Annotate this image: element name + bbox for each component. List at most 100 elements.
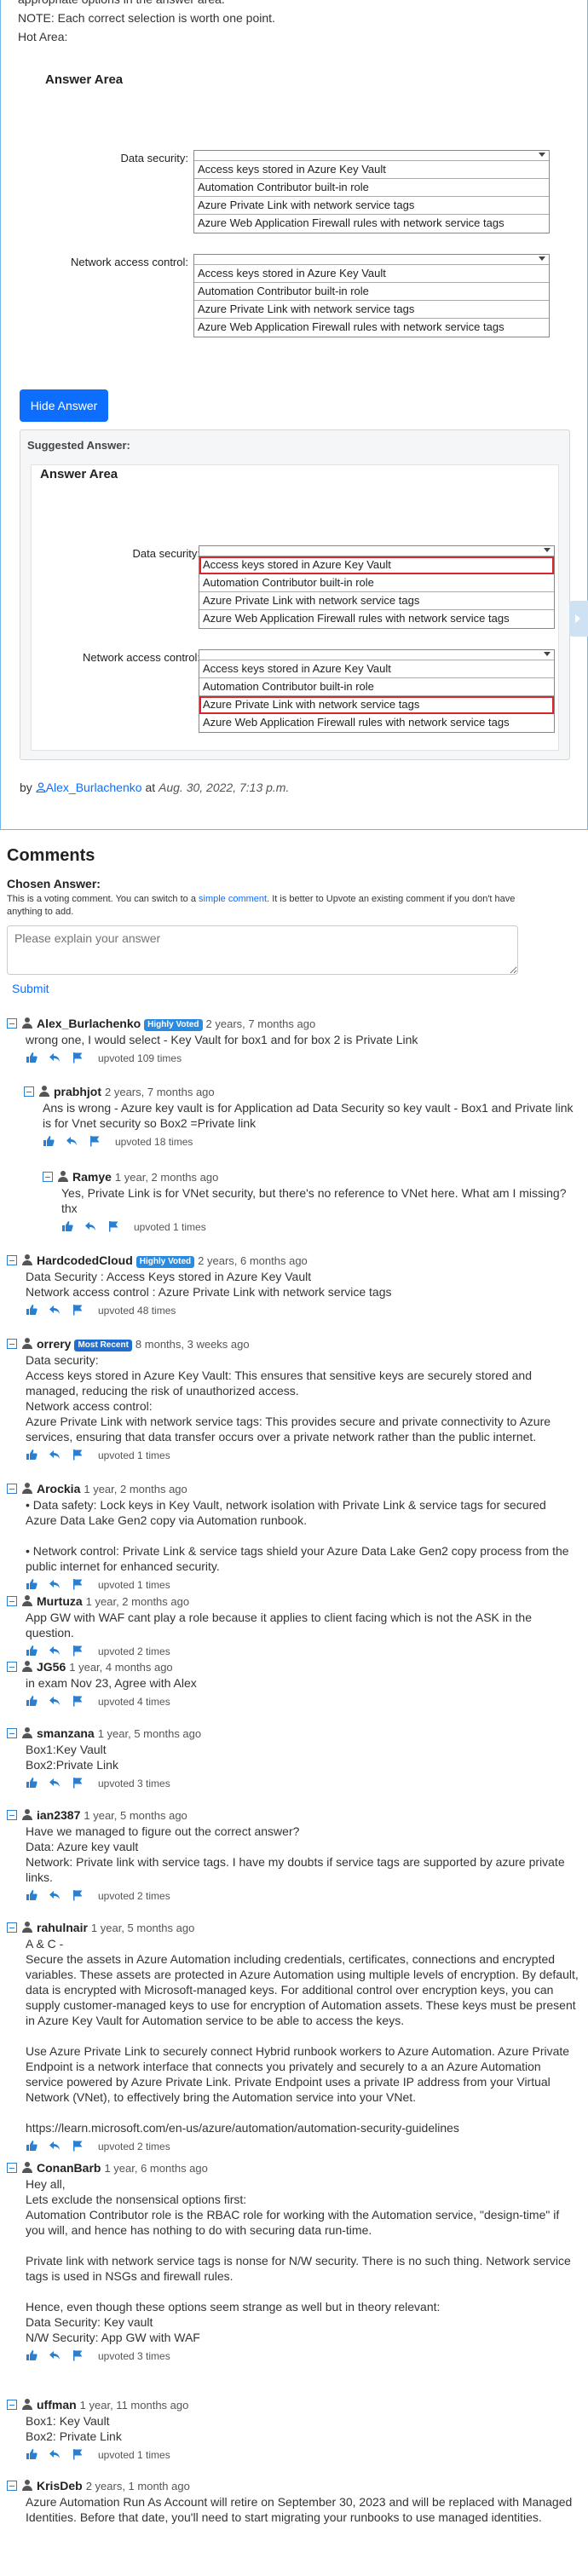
thumbs-up-icon[interactable] bbox=[43, 1135, 55, 1147]
collapse-toggle-icon[interactable] bbox=[7, 1339, 17, 1349]
reply-icon[interactable] bbox=[49, 2448, 61, 2460]
dropdown-option[interactable]: Access keys stored in Azure Key Vault bbox=[194, 161, 549, 179]
dropdown-option[interactable]: Access keys stored in Azure Key Vault bbox=[194, 265, 549, 283]
comment-username[interactable]: JG56 bbox=[37, 1660, 66, 1674]
flag-icon[interactable] bbox=[72, 2448, 84, 2460]
reply-icon[interactable] bbox=[49, 2140, 61, 2152]
flag-icon[interactable] bbox=[107, 1220, 119, 1232]
answer-textarea[interactable] bbox=[7, 925, 518, 975]
comment-username[interactable]: Ramye bbox=[72, 1170, 112, 1184]
flag-icon[interactable] bbox=[72, 1889, 84, 1901]
network-access-dropdown[interactable]: Access keys stored in Azure Key Vault Au… bbox=[193, 254, 550, 337]
collapse-toggle-icon[interactable] bbox=[7, 1596, 17, 1606]
upvote-count: upvoted 109 times bbox=[98, 1052, 182, 1064]
collapse-toggle-icon[interactable] bbox=[7, 1255, 17, 1265]
reply-icon[interactable] bbox=[49, 1695, 61, 1707]
collapse-toggle-icon[interactable] bbox=[7, 1662, 17, 1672]
thumbs-up-icon[interactable] bbox=[26, 1304, 37, 1316]
reply-icon[interactable] bbox=[49, 1578, 61, 1590]
comment-username[interactable]: Murtuza bbox=[37, 1594, 83, 1608]
comment-username[interactable]: uffman bbox=[37, 2398, 77, 2412]
next-question-tab[interactable] bbox=[569, 601, 588, 637]
thumbs-up-icon[interactable] bbox=[26, 2349, 37, 2361]
reply-icon[interactable] bbox=[49, 1777, 61, 1789]
collapse-toggle-icon[interactable] bbox=[7, 1728, 17, 1738]
dropdown-option[interactable]: Azure Web Application Firewall rules wit… bbox=[194, 215, 549, 233]
reply-icon[interactable] bbox=[49, 1645, 61, 1657]
reply-icon[interactable] bbox=[49, 1052, 61, 1063]
dropdown-option[interactable]: Azure Private Link with network service … bbox=[194, 197, 549, 215]
comment-username[interactable]: KrisDeb bbox=[37, 2479, 83, 2492]
thumbs-up-icon[interactable] bbox=[26, 2140, 37, 2152]
flag-icon[interactable] bbox=[72, 1052, 84, 1063]
comment-actions: upvoted 1 times bbox=[26, 2446, 579, 2464]
comment-username[interactable]: HardcodedCloud bbox=[37, 1253, 133, 1267]
thumbs-up-icon[interactable] bbox=[26, 1578, 37, 1590]
reply-icon[interactable] bbox=[66, 1135, 78, 1147]
collapse-toggle-icon[interactable] bbox=[7, 1484, 17, 1494]
comment-header: HardcodedCloud Highly Voted 2 years, 6 mon… bbox=[7, 1252, 579, 1269]
collapse-toggle-icon[interactable] bbox=[7, 2400, 17, 2410]
data-security-dropdown[interactable]: Access keys stored in Azure Key Vault Au… bbox=[193, 150, 550, 233]
flag-icon[interactable] bbox=[72, 1449, 84, 1461]
flag-icon[interactable] bbox=[72, 2140, 84, 2152]
intro-hot-area: Hot Area: bbox=[18, 30, 68, 43]
comment-username[interactable]: smanzana bbox=[37, 1726, 95, 1740]
submit-link[interactable]: Submit bbox=[12, 982, 49, 995]
collapse-toggle-icon[interactable] bbox=[7, 1922, 17, 1933]
thumbs-up-icon[interactable] bbox=[26, 1777, 37, 1789]
collapse-toggle-icon[interactable] bbox=[7, 1810, 17, 1820]
collapse-toggle-icon[interactable] bbox=[7, 2481, 17, 2491]
comment-username[interactable]: prabhjot bbox=[54, 1085, 101, 1098]
collapse-toggle-icon[interactable] bbox=[7, 2163, 17, 2173]
dropdown-option[interactable]: Automation Contributor built-in role bbox=[194, 179, 549, 197]
comment-username[interactable]: ConanBarb bbox=[37, 2161, 101, 2175]
flag-icon[interactable] bbox=[72, 1695, 84, 1707]
collapse-toggle-icon[interactable] bbox=[7, 1018, 17, 1029]
flag-icon[interactable] bbox=[72, 2349, 84, 2361]
dropdown-option[interactable]: Azure Private Link with network service … bbox=[194, 301, 549, 319]
comment-username[interactable]: rahulnair bbox=[37, 1921, 88, 1934]
dropdown-option[interactable]: Automation Contributor built-in role bbox=[194, 283, 549, 301]
comment-username[interactable]: Alex_Burlachenko bbox=[37, 1017, 141, 1030]
collapse-toggle-icon[interactable] bbox=[43, 1172, 53, 1182]
thumbs-up-icon[interactable] bbox=[26, 1645, 37, 1657]
comment-time: 1 year, 2 months ago bbox=[84, 1483, 187, 1495]
chevron-down-icon bbox=[539, 153, 545, 157]
comment-header: KrisDeb 2 years, 1 month ago bbox=[7, 2477, 579, 2494]
thumbs-up-icon[interactable] bbox=[61, 1220, 73, 1232]
comment-text: Have we managed to figure out the correc… bbox=[26, 1824, 565, 1884]
flag-icon[interactable] bbox=[72, 1645, 84, 1657]
upvote-count: upvoted 48 times bbox=[98, 1305, 176, 1317]
reply-icon[interactable] bbox=[49, 1304, 61, 1316]
comment-username[interactable]: orrery bbox=[37, 1337, 71, 1351]
comment: HardcodedCloud Highly Voted 2 years, 6 mon… bbox=[7, 1252, 579, 1319]
flag-icon[interactable] bbox=[72, 1777, 84, 1789]
comment-username[interactable]: Arockia bbox=[37, 1482, 80, 1495]
reply-icon[interactable] bbox=[84, 1220, 96, 1232]
dropdown-head[interactable] bbox=[194, 255, 549, 265]
author-name[interactable]: Alex_Burlachenko bbox=[46, 781, 142, 794]
author-link[interactable]: Alex_Burlachenko bbox=[36, 781, 142, 794]
collapse-toggle-icon[interactable] bbox=[24, 1086, 34, 1097]
thumbs-up-icon[interactable] bbox=[26, 1449, 37, 1461]
comment-header: ian2387 1 year, 5 months ago bbox=[7, 1807, 579, 1824]
dropdown-head[interactable] bbox=[194, 151, 549, 161]
thumbs-up-icon[interactable] bbox=[26, 1889, 37, 1901]
reply-icon[interactable] bbox=[49, 2349, 61, 2361]
thumbs-up-icon[interactable] bbox=[26, 1695, 37, 1707]
upvote-count: upvoted 1 times bbox=[98, 1579, 170, 1591]
network-access-dropdown: Access keys stored in Azure Key Vault Au… bbox=[199, 649, 555, 733]
user-icon bbox=[39, 1086, 49, 1097]
flag-icon[interactable] bbox=[89, 1135, 101, 1147]
reply-icon[interactable] bbox=[49, 1449, 61, 1461]
reply-icon[interactable] bbox=[49, 1889, 61, 1901]
flag-icon[interactable] bbox=[72, 1578, 84, 1590]
dropdown-option[interactable]: Azure Web Application Firewall rules wit… bbox=[194, 319, 549, 337]
hide-answer-button[interactable]: Hide Answer bbox=[20, 389, 108, 422]
flag-icon[interactable] bbox=[72, 1304, 84, 1316]
simple-comment-link[interactable]: simple comment bbox=[199, 894, 267, 904]
thumbs-up-icon[interactable] bbox=[26, 2448, 37, 2460]
thumbs-up-icon[interactable] bbox=[26, 1052, 37, 1063]
comment-username[interactable]: ian2387 bbox=[37, 1808, 80, 1822]
